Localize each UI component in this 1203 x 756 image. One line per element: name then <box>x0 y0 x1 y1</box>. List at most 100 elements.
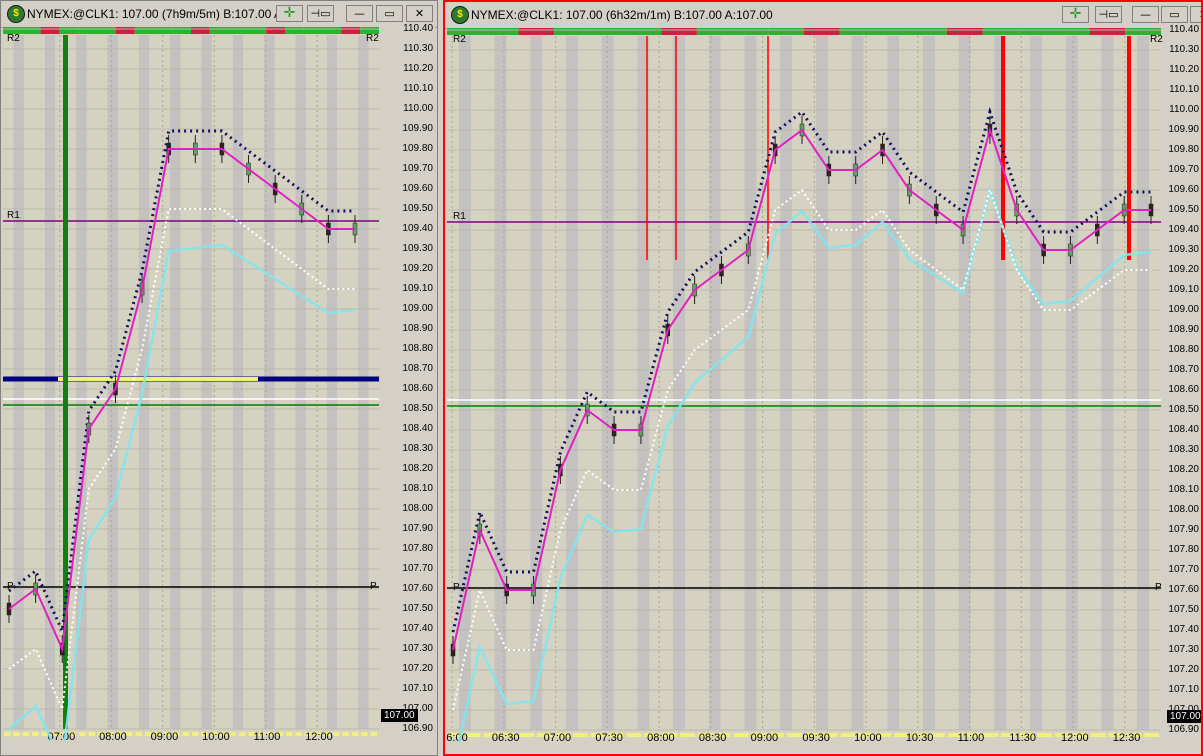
price-tick-label: 110.10 <box>1169 84 1199 95</box>
time-tick-label: 10:00 <box>854 732 882 742</box>
price-tick-label: 108.50 <box>402 403 433 414</box>
session-bar-segment <box>911 28 947 35</box>
price-tick-label: 108.00 <box>1168 504 1199 515</box>
price-tick-label: 107.20 <box>1168 664 1199 675</box>
app-logo-icon: $ <box>451 6 469 24</box>
volume-marker <box>32 732 39 736</box>
close-button[interactable]: ✕ <box>1190 6 1201 23</box>
session-band <box>815 36 828 730</box>
time-tick-label: 11:30 <box>1009 732 1036 742</box>
time-tick-label: 07:00 <box>544 732 572 742</box>
session-bar-segment <box>228 27 248 34</box>
time-tick-label: 08:00 <box>99 731 127 741</box>
price-tick-label: 110.40 <box>403 23 433 34</box>
price-tick-label: 109.30 <box>1168 244 1199 255</box>
price-tick-label: 107.80 <box>1168 544 1199 555</box>
volume-marker <box>370 732 377 736</box>
session-bar-segment <box>554 28 590 35</box>
chart-canvas[interactable]: 07:00 08:00 09:00 10:00 11:00 12:00 <box>3 27 379 741</box>
volume-marker <box>626 733 642 737</box>
price-tick-label: 108.80 <box>1168 344 1199 355</box>
time-tick-label: 06:00 <box>447 732 468 742</box>
price-tick-label: 108.90 <box>1168 324 1199 335</box>
session-band <box>744 36 757 730</box>
price-tick-label: 108.40 <box>1168 424 1199 435</box>
last-price-badge: 107.00 <box>381 709 418 722</box>
session-bar-segment <box>696 28 733 35</box>
price-tick-label: 108.00 <box>402 503 433 514</box>
price-tick-label: 109.20 <box>402 263 433 274</box>
volume-marker <box>351 732 359 736</box>
minimize-button[interactable]: — <box>1132 6 1159 23</box>
session-band <box>170 35 181 729</box>
session-bar-segment <box>625 28 662 35</box>
price-tick-label: 110.10 <box>403 83 433 94</box>
session-bar-segment <box>97 27 116 34</box>
session-bar-segment <box>768 28 804 35</box>
price-tick-label: 107.40 <box>402 623 433 634</box>
maximize-button[interactable]: ▭ <box>1161 6 1188 23</box>
crosshair-button[interactable]: ✛ <box>1062 6 1089 23</box>
price-tick-label: 107.30 <box>402 643 433 654</box>
maximize-button[interactable]: ▭ <box>376 5 403 22</box>
price-chart-plot[interactable]: 06:00 06:30 07:00 07:30 08:00 08:30 09:00 09:30… <box>447 28 1161 742</box>
time-tick-label: 06:30 <box>492 732 520 742</box>
pin-button[interactable]: ⊣▭ <box>307 5 334 22</box>
price-tick-label: 109.90 <box>1168 124 1199 135</box>
minimize-button[interactable]: — <box>346 5 373 22</box>
price-tick-label: 107.70 <box>1168 564 1199 575</box>
session-bar-segment <box>59 27 79 34</box>
volume-marker <box>361 732 368 736</box>
session-bar-segment <box>732 28 769 35</box>
price-axis[interactable]: 110.40 110.30 110.20 110.10 110.00 109.90 109.… <box>1161 25 1201 742</box>
price-tick-label: 107.20 <box>402 663 433 674</box>
price-chart-plot[interactable]: 07:00 08:00 09:00 10:00 11:00 12:00 <box>3 27 379 741</box>
price-tick-label: 109.80 <box>402 143 433 154</box>
pivot-label-right: P <box>1155 582 1162 593</box>
volume-marker <box>239 732 246 736</box>
title-bar[interactable]: $ NYMEX:@CLK1: 107.00 (6h32m/1m) B:107.0… <box>445 2 1201 29</box>
time-tick-label: 10:30 <box>906 732 934 742</box>
crosshair-button[interactable]: ✛ <box>276 5 303 22</box>
price-tick-label: 110.20 <box>403 63 433 74</box>
price-tick-label: 109.10 <box>402 283 433 294</box>
price-tick-label: 109.60 <box>402 183 433 194</box>
time-tick-label: 07:30 <box>595 732 623 742</box>
session-bar-segment <box>191 27 210 34</box>
time-tick-label: 08:30 <box>699 732 727 742</box>
chart-window-left[interactable]: $ NYMEX:@CLK1: 107.00 (7h9m/5m) B:107.00… <box>0 0 438 756</box>
session-bar-segment <box>209 27 229 34</box>
price-tick-label: 107.30 <box>1168 644 1199 655</box>
session-bar-segment <box>266 27 285 34</box>
price-tick-label: 107.80 <box>402 543 433 554</box>
time-tick-label: 09:30 <box>802 732 830 742</box>
price-tick-label: 109.00 <box>1168 304 1199 315</box>
session-band <box>1137 36 1150 730</box>
volume-marker <box>135 732 142 736</box>
price-tick-label: 109.80 <box>1168 144 1199 155</box>
chart-background <box>3 27 379 741</box>
price-tick-label: 110.30 <box>1169 44 1199 55</box>
volume-marker <box>182 732 189 736</box>
price-tick-label: 107.60 <box>402 583 433 594</box>
time-tick-label: 08:00 <box>647 732 675 742</box>
chart-canvas[interactable]: 06:00 06:30 07:00 07:30 08:00 08:30 09:00 09:30… <box>447 28 1161 742</box>
time-tick-label: 09:00 <box>751 732 779 742</box>
pin-button[interactable]: ⊣▭ <box>1095 6 1122 23</box>
volume-marker <box>733 733 749 737</box>
chart-window-right[interactable]: $ NYMEX:@CLK1: 107.00 (6h32m/1m) B:107.0… <box>443 0 1203 756</box>
session-bar-segment <box>115 27 135 34</box>
session-band <box>458 36 471 730</box>
session-bar-segment <box>875 28 912 35</box>
session-bar-segment <box>1053 28 1090 35</box>
session-band <box>780 36 793 730</box>
price-tick-label: 108.10 <box>402 483 433 494</box>
price-axis[interactable]: 110.40 110.30 110.20 110.10 110.00 109.90 109.… <box>379 23 435 741</box>
window-title: NYMEX:@CLK1: 107.00 (7h9m/5m) B:107.00 A… <box>27 7 286 21</box>
volume-marker <box>13 732 20 736</box>
price-tick-label: 107.60 <box>1168 584 1199 595</box>
volume-marker <box>192 732 199 736</box>
title-bar[interactable]: $ NYMEX:@CLK1: 107.00 (7h9m/5m) B:107.00… <box>1 1 437 28</box>
volume-marker <box>286 732 293 736</box>
close-button[interactable]: ✕ <box>406 5 433 22</box>
